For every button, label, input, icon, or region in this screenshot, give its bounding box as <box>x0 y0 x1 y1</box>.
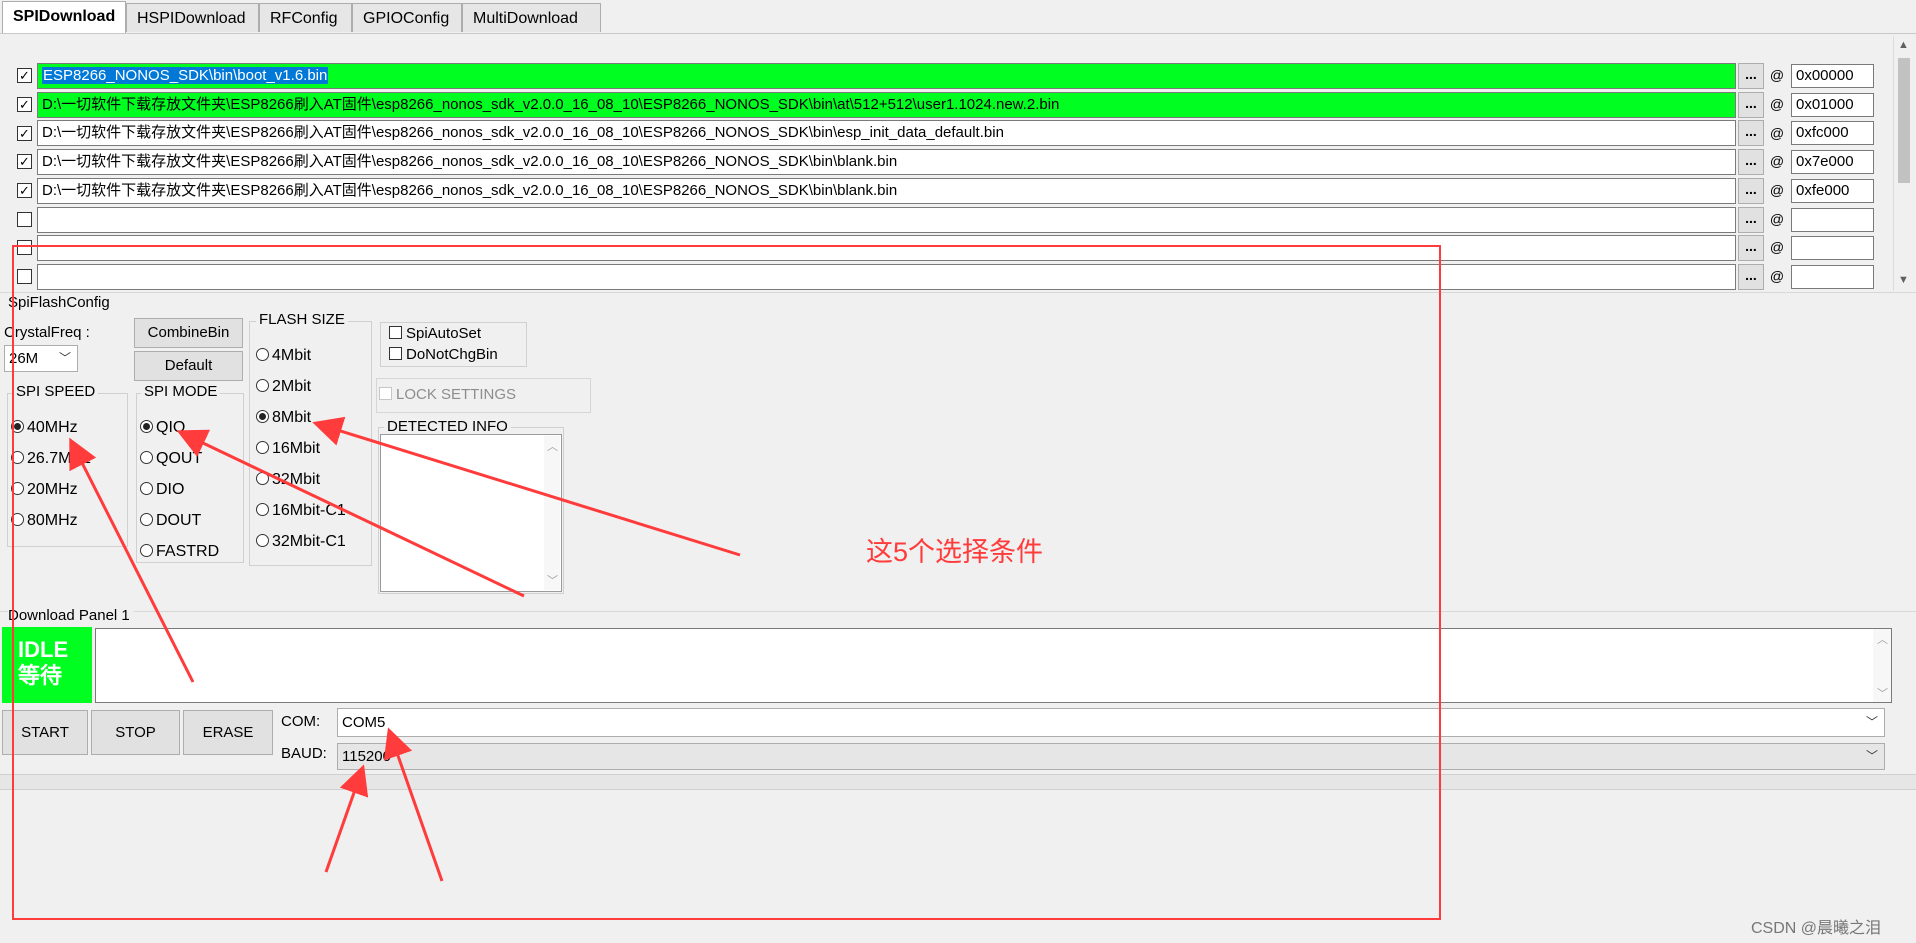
arrow-to-qio <box>176 429 525 598</box>
annotation-text: 这5个选择条件 <box>866 537 1044 567</box>
arrow-to-com <box>383 727 444 882</box>
arrow-to-8mbit <box>312 416 741 557</box>
arrow-to-40mhz <box>69 437 195 683</box>
annotation-arrows <box>69 416 741 882</box>
arrow-to-baud <box>324 764 369 873</box>
watermark: CSDN @晨曦之泪 <box>1751 920 1882 937</box>
